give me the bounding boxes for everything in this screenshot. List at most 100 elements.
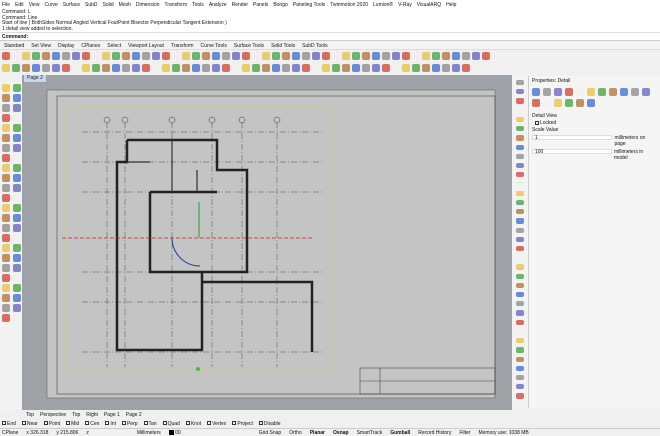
panel-tab-icon[interactable] — [516, 282, 524, 289]
toolbar-tool-icon[interactable] — [322, 52, 330, 60]
toolbar-tool-icon[interactable] — [222, 64, 230, 72]
toolbar-tool-icon[interactable] — [122, 52, 130, 60]
side-tool-icon[interactable] — [2, 214, 10, 222]
side-tool-icon[interactable] — [13, 274, 21, 282]
gumball-toggle[interactable]: Gumball — [390, 430, 410, 436]
toolbar-tool-icon[interactable] — [102, 64, 110, 72]
toolbar-tool-icon[interactable] — [472, 52, 480, 60]
toolbar-tool-icon[interactable] — [162, 52, 170, 60]
menu-subd[interactable]: SubD — [85, 2, 98, 8]
side-tool-icon[interactable] — [13, 284, 21, 292]
toolbar-tool-icon[interactable] — [2, 52, 10, 60]
grid-snap-toggle[interactable]: Grid Snap — [259, 430, 282, 436]
menu-solid[interactable]: Solid — [103, 2, 114, 8]
panel-tab-icon[interactable] — [516, 107, 524, 113]
panel-tab-icon[interactable] — [516, 162, 524, 169]
osnap-quad[interactable]: Quad — [162, 421, 180, 427]
toolbar-tool-icon[interactable] — [72, 52, 80, 60]
menu-view[interactable]: View — [29, 2, 40, 8]
toolbar-tool-icon[interactable] — [482, 52, 490, 60]
toolbar-tool-icon[interactable] — [182, 64, 190, 72]
property-page-icon[interactable] — [620, 88, 628, 96]
toolbar-tool-icon[interactable] — [302, 52, 310, 60]
side-tool-icon[interactable] — [13, 184, 21, 192]
osnap-point[interactable]: Point — [43, 421, 60, 427]
toolbar-tool-icon[interactable] — [162, 64, 170, 72]
toolbar-tool-icon[interactable] — [72, 64, 80, 72]
toolbar-tool-icon[interactable] — [32, 64, 40, 72]
toolbar-tool-icon[interactable] — [242, 64, 250, 72]
side-tool-icon[interactable] — [13, 164, 21, 172]
panel-tab-icon[interactable] — [516, 181, 524, 187]
toolbar-tab-cplanes[interactable]: CPlanes — [81, 43, 100, 49]
panel-tab-icon[interactable] — [516, 144, 524, 150]
toolbar-tool-icon[interactable] — [262, 64, 270, 72]
toolbar-tool-icon[interactable] — [102, 52, 110, 60]
viewport-tab-right[interactable]: Right — [86, 412, 98, 418]
panel-tab-icon[interactable] — [516, 273, 524, 279]
menu-panels[interactable]: Panels — [253, 2, 268, 8]
toolbar-tool-icon[interactable] — [232, 52, 240, 60]
panel-tab-icon[interactable] — [516, 218, 524, 224]
side-tool-icon[interactable] — [2, 294, 10, 302]
osnap-end[interactable]: End — [2, 421, 16, 427]
side-tool-icon[interactable] — [2, 134, 10, 142]
toolbar-tab-surface-tools[interactable]: Surface Tools — [234, 43, 264, 49]
toolbar-tool-icon[interactable] — [432, 52, 440, 60]
side-tool-icon[interactable] — [13, 114, 21, 122]
toolbar-tab-select[interactable]: Select — [107, 43, 121, 49]
toolbar-tool-icon[interactable] — [142, 52, 150, 60]
side-tool-icon[interactable] — [2, 274, 10, 282]
toolbar-tool-icon[interactable] — [412, 52, 420, 60]
menu-paneling-tools[interactable]: Paneling Tools — [293, 2, 325, 8]
toolbar-tool-icon[interactable] — [42, 64, 50, 72]
viewport-tab-top[interactable]: Top — [72, 412, 80, 418]
toolbar-tool-icon[interactable] — [192, 52, 200, 60]
panel-tab-icon[interactable] — [516, 153, 524, 159]
menu-dimension[interactable]: Dimension — [136, 2, 160, 8]
toolbar-tool-icon[interactable] — [182, 52, 190, 60]
toolbar-tool-icon[interactable] — [212, 52, 220, 60]
panel-tab-icon[interactable] — [516, 80, 524, 86]
panel-tab-icon[interactable] — [516, 135, 524, 141]
toolbar-tool-icon[interactable] — [462, 64, 470, 72]
toolbar-tool-icon[interactable] — [252, 52, 260, 60]
toolbar-tool-icon[interactable] — [222, 52, 230, 60]
property-page-icon[interactable] — [554, 99, 562, 107]
toolbar-tool-icon[interactable] — [92, 64, 100, 72]
toolbar-tool-icon[interactable] — [282, 52, 290, 60]
menu-bongo[interactable]: Bongo — [273, 2, 287, 8]
toolbar-tool-icon[interactable] — [152, 52, 160, 60]
toolbar-tool-icon[interactable] — [422, 52, 430, 60]
toolbar-tool-icon[interactable] — [262, 52, 270, 60]
toolbar-tab-curve-tools[interactable]: Curve Tools — [201, 43, 227, 49]
side-tool-icon[interactable] — [2, 154, 10, 162]
toolbar-tab-standard[interactable]: Standard — [4, 43, 24, 49]
toolbar-tool-icon[interactable] — [392, 64, 400, 72]
side-tool-icon[interactable] — [13, 244, 21, 252]
osnap-mid[interactable]: Mid — [66, 421, 79, 427]
side-tool-icon[interactable] — [13, 304, 21, 312]
side-tool-icon[interactable] — [13, 214, 21, 222]
toolbar-tab-set-view[interactable]: Set View — [31, 43, 51, 49]
property-page-icon[interactable] — [543, 99, 551, 107]
side-tool-icon[interactable] — [2, 264, 10, 272]
menu-lumion-[interactable]: Lumion® — [373, 2, 393, 8]
toolbar-tool-icon[interactable] — [242, 52, 250, 60]
menu-edit[interactable]: Edit — [15, 2, 24, 8]
record-history-toggle[interactable]: Record History — [418, 430, 451, 436]
property-page-icon[interactable] — [576, 88, 584, 96]
toolbar-tool-icon[interactable] — [252, 64, 260, 72]
side-tool-icon[interactable] — [13, 234, 21, 242]
toolbar-tool-icon[interactable] — [172, 64, 180, 72]
toolbar-tool-icon[interactable] — [52, 52, 60, 60]
toolbar-tool-icon[interactable] — [322, 64, 330, 72]
panel-tab-icon[interactable] — [516, 356, 524, 362]
side-tool-icon[interactable] — [13, 174, 21, 182]
toolbar-tool-icon[interactable] — [142, 64, 150, 72]
side-tool-icon[interactable] — [13, 294, 21, 302]
toolbar-tool-icon[interactable] — [372, 52, 380, 60]
toolbar-tool-icon[interactable] — [272, 52, 280, 60]
toolbar-tool-icon[interactable] — [192, 64, 200, 72]
side-tool-icon[interactable] — [2, 254, 10, 262]
